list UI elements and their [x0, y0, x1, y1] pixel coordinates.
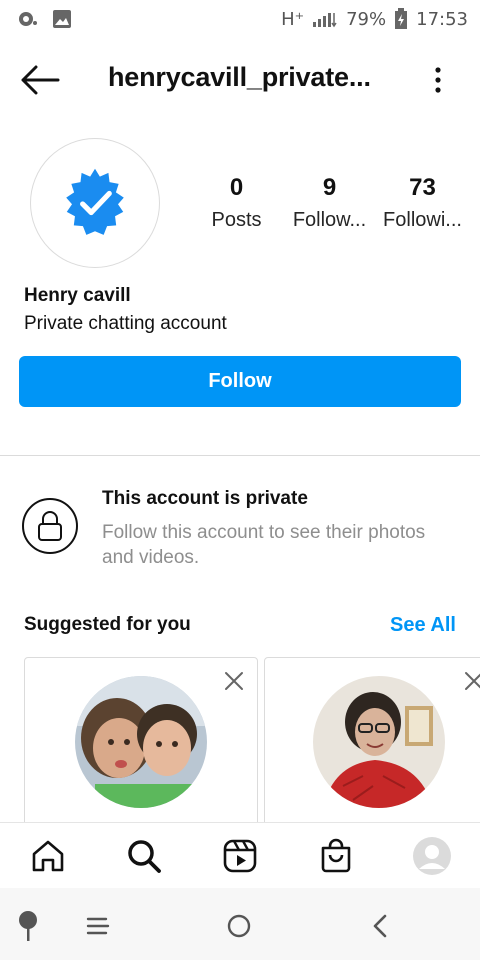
system-home-button[interactable]	[221, 908, 257, 944]
network-type: H⁺	[281, 8, 305, 30]
profile-bio: Private chatting account	[24, 313, 227, 334]
shop-icon	[321, 838, 351, 872]
more-options-button[interactable]	[424, 58, 452, 102]
followers-stat[interactable]: 9 Follow...	[283, 172, 376, 236]
system-navigation-bar	[0, 888, 480, 960]
lock-badge	[22, 498, 78, 554]
notification-icon	[16, 9, 38, 29]
see-all-link[interactable]: See All	[390, 614, 456, 637]
assistant-button[interactable]	[10, 908, 46, 944]
nav-home[interactable]	[24, 832, 72, 880]
profile-photo-woman-red-jacket[interactable]	[313, 676, 445, 808]
back-button[interactable]	[18, 58, 62, 102]
verified-badge-icon	[66, 168, 124, 235]
signal-icon	[312, 10, 338, 28]
posts-stat[interactable]: 0 Posts	[190, 172, 283, 236]
lock-icon	[38, 511, 62, 541]
private-account-title: This account is private	[102, 488, 308, 509]
posts-label: Posts	[211, 209, 262, 231]
profile-header: henrycavill_private...	[0, 40, 480, 116]
profile-stats: 0 Posts 9 Follow... 73 Followi...	[190, 172, 470, 236]
following-count: 73	[409, 174, 436, 201]
section-divider	[0, 455, 480, 456]
followers-label: Follow...	[292, 209, 367, 231]
nav-shop[interactable]	[312, 832, 360, 880]
nav-reels[interactable]	[216, 832, 264, 880]
system-back-button[interactable]	[362, 908, 398, 944]
suggested-card[interactable]	[24, 657, 258, 837]
close-icon[interactable]	[223, 670, 245, 692]
assistant-icon	[19, 911, 37, 941]
home-circle-icon	[227, 914, 251, 938]
following-label: Followi...	[383, 209, 462, 231]
status-bar: H⁺ 79% 17:53	[0, 0, 480, 38]
followers-count: 9	[322, 174, 337, 201]
close-icon[interactable]	[463, 670, 480, 692]
battery-percent: 79%	[346, 8, 387, 30]
nav-profile[interactable]	[408, 832, 456, 880]
menu-icon	[86, 917, 110, 935]
battery-icon	[394, 8, 408, 30]
status-left-icons	[16, 9, 72, 29]
search-icon	[128, 839, 161, 873]
more-vertical-icon	[435, 67, 441, 93]
menu-button[interactable]	[80, 908, 116, 944]
follow-button[interactable]: Follow	[19, 356, 461, 407]
posts-count: 0	[229, 174, 244, 201]
back-chevron-icon	[373, 914, 387, 938]
profile-display-name: Henry cavill	[24, 285, 131, 306]
following-stat[interactable]: 73 Followi...	[376, 172, 469, 236]
suggested-heading: Suggested for you	[24, 614, 191, 635]
arrow-left-icon	[21, 65, 60, 95]
home-icon	[32, 840, 64, 871]
private-account-text: Follow this account to see their photos …	[102, 522, 426, 568]
bottom-navigation	[0, 822, 480, 888]
profile-username: henrycavill_private...	[108, 62, 371, 92]
profile-avatar[interactable]	[30, 138, 160, 268]
reels-icon	[223, 839, 257, 872]
status-right: H⁺ 79% 17:53	[281, 8, 468, 30]
profile-photo-two-children[interactable]	[75, 676, 207, 808]
gallery-icon	[52, 9, 72, 29]
clock: 17:53	[416, 8, 468, 30]
profile-avatar-icon	[413, 836, 451, 875]
nav-search[interactable]	[120, 832, 168, 880]
suggested-card[interactable]	[264, 657, 480, 837]
